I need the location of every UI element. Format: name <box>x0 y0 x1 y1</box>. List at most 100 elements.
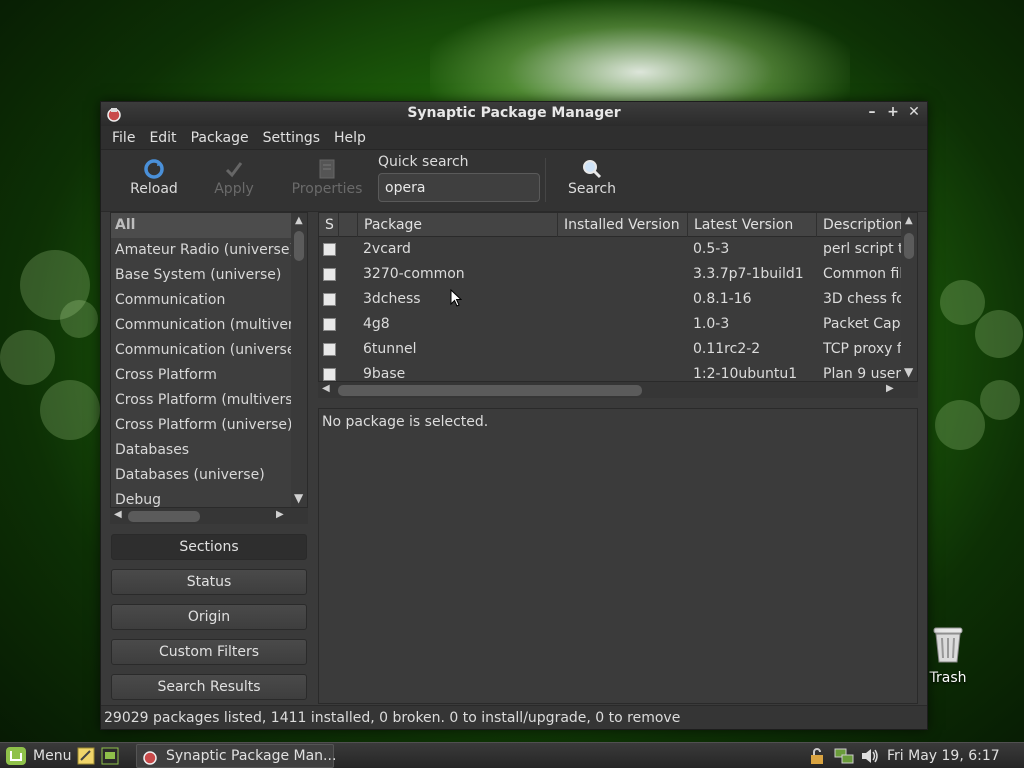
installed-version <box>563 337 683 362</box>
package-name: 3270-common <box>363 266 465 282</box>
status-filter-button[interactable]: Status <box>111 569 307 595</box>
wallpaper-bokeh <box>40 380 100 440</box>
column-installed-version[interactable]: Installed Version <box>558 213 688 237</box>
search-button[interactable]: Search <box>552 158 632 197</box>
menu-package[interactable]: Package <box>184 130 256 146</box>
installed-version <box>563 362 683 381</box>
menu-edit[interactable]: Edit <box>142 130 183 146</box>
table-row[interactable]: 2vcard 0.5-3 perl script to <box>319 237 903 262</box>
window-title: Synaptic Package Manager <box>407 105 621 121</box>
scrollbar-thumb[interactable] <box>294 231 304 261</box>
menu-button[interactable]: Menu <box>33 743 71 768</box>
section-item[interactable]: Communication (universe) <box>111 338 291 363</box>
section-item[interactable]: Cross Platform (multiverse <box>111 388 291 413</box>
mint-menu-icon[interactable] <box>6 747 26 765</box>
scroll-up-arrow-icon[interactable]: ▲ <box>905 215 913 226</box>
package-name: 6tunnel <box>363 341 417 357</box>
sections-horizontal-scrollbar[interactable]: ◀ ▶ <box>110 508 308 524</box>
column-status[interactable]: S <box>319 213 339 237</box>
package-checkbox[interactable] <box>323 368 336 381</box>
sections-filter-button[interactable]: Sections <box>111 534 307 560</box>
scroll-down-arrow-icon[interactable]: ▼ <box>904 365 913 379</box>
package-description: perl script to <box>823 241 903 257</box>
section-item[interactable]: Cross Platform (universe) <box>111 413 291 438</box>
section-item[interactable]: Communication (multivers <box>111 313 291 338</box>
section-item[interactable]: Debug <box>111 488 291 507</box>
column-description[interactable]: Description <box>817 213 903 237</box>
section-item[interactable]: Amateur Radio (universe) <box>111 238 291 263</box>
section-item[interactable]: Communication <box>111 288 291 313</box>
wallpaper-bokeh <box>940 280 985 325</box>
terminal-launcher-icon[interactable] <box>101 747 119 765</box>
title-bar[interactable]: Synaptic Package Manager – + ✕ <box>101 102 927 126</box>
package-vertical-scrollbar[interactable]: ▲ ▼ <box>901 213 917 381</box>
installed-version <box>563 237 683 262</box>
latest-version: 1:2-10ubuntu1 <box>693 366 798 382</box>
latest-version: 0.11rc2-2 <box>693 341 761 357</box>
minimize-button[interactable]: – <box>863 104 881 120</box>
properties-label: Properties <box>291 181 363 197</box>
scroll-left-arrow-icon[interactable]: ◀ <box>114 509 122 520</box>
package-checkbox[interactable] <box>323 318 336 331</box>
sections-vertical-scrollbar[interactable]: ▲ ▼ <box>291 213 307 507</box>
scroll-right-arrow-icon[interactable]: ▶ <box>886 383 894 394</box>
section-item[interactable]: All <box>111 213 291 238</box>
wallpaper-bokeh <box>60 300 98 338</box>
properties-icon <box>287 158 367 180</box>
table-row[interactable]: 9base 1:2-10ubuntu1 Plan 9 userl <box>319 362 903 382</box>
package-checkbox[interactable] <box>323 293 336 306</box>
package-description: Packet Capt <box>823 316 903 332</box>
package-description: Plan 9 userl <box>823 366 903 382</box>
checkmark-icon <box>194 158 274 180</box>
trash-icon <box>930 624 966 664</box>
section-item[interactable]: Cross Platform <box>111 363 291 388</box>
quick-search-input[interactable] <box>378 173 540 202</box>
column-icon[interactable] <box>339 213 358 237</box>
scroll-right-arrow-icon[interactable]: ▶ <box>276 509 284 520</box>
properties-button[interactable]: Properties <box>287 158 367 197</box>
latest-version: 0.8.1-16 <box>693 291 752 307</box>
apply-button[interactable]: Apply <box>194 158 274 197</box>
table-row[interactable]: 3dchess 0.8.1-16 3D chess fo <box>319 287 903 312</box>
clock[interactable]: Fri May 19, 6:17 PM <box>887 743 1024 768</box>
column-package[interactable]: Package <box>358 213 558 237</box>
package-horizontal-scrollbar[interactable]: ◀ ▶ <box>318 382 918 398</box>
column-latest-version[interactable]: Latest Version <box>688 213 817 237</box>
maximize-button[interactable]: + <box>884 104 902 120</box>
latest-version: 0.5-3 <box>693 241 730 257</box>
scroll-left-arrow-icon[interactable]: ◀ <box>322 383 330 394</box>
table-row[interactable]: 3270-common 3.3.7p7-1build1 Common file <box>319 262 903 287</box>
menu-help[interactable]: Help <box>327 130 373 146</box>
search-results-button[interactable]: Search Results <box>111 674 307 700</box>
close-button[interactable]: ✕ <box>905 104 923 120</box>
package-checkbox[interactable] <box>323 243 336 256</box>
scrollbar-thumb[interactable] <box>338 385 642 396</box>
wallpaper-bokeh <box>975 310 1023 358</box>
lock-icon[interactable] <box>808 747 826 765</box>
menu-settings[interactable]: Settings <box>256 130 327 146</box>
section-item[interactable]: Databases (universe) <box>111 463 291 488</box>
table-row[interactable]: 6tunnel 0.11rc2-2 TCP proxy fo <box>319 337 903 362</box>
scroll-up-arrow-icon[interactable]: ▲ <box>295 215 303 226</box>
sections-list[interactable]: All Amateur Radio (universe) Base System… <box>110 212 308 508</box>
package-checkbox[interactable] <box>323 343 336 356</box>
package-name: 9base <box>363 366 406 382</box>
section-item[interactable]: Base System (universe) <box>111 263 291 288</box>
package-checkbox[interactable] <box>323 268 336 281</box>
scrollbar-thumb[interactable] <box>904 233 914 259</box>
pane-splitter[interactable] <box>318 398 918 408</box>
text-editor-launcher-icon[interactable] <box>77 747 95 765</box>
menu-file[interactable]: File <box>105 130 142 146</box>
reload-button[interactable]: Reload <box>114 158 194 197</box>
wallpaper-bokeh <box>935 400 985 450</box>
origin-filter-button[interactable]: Origin <box>111 604 307 630</box>
section-item[interactable]: Databases <box>111 438 291 463</box>
volume-icon[interactable] <box>860 747 880 765</box>
installed-version <box>563 262 683 287</box>
desktop-trash[interactable]: Trash <box>922 624 974 686</box>
custom-filters-button[interactable]: Custom Filters <box>111 639 307 665</box>
scroll-down-arrow-icon[interactable]: ▼ <box>294 491 303 505</box>
network-icon[interactable] <box>834 747 854 765</box>
scrollbar-thumb[interactable] <box>128 511 200 522</box>
table-row[interactable]: 4g8 1.0-3 Packet Capt <box>319 312 903 337</box>
